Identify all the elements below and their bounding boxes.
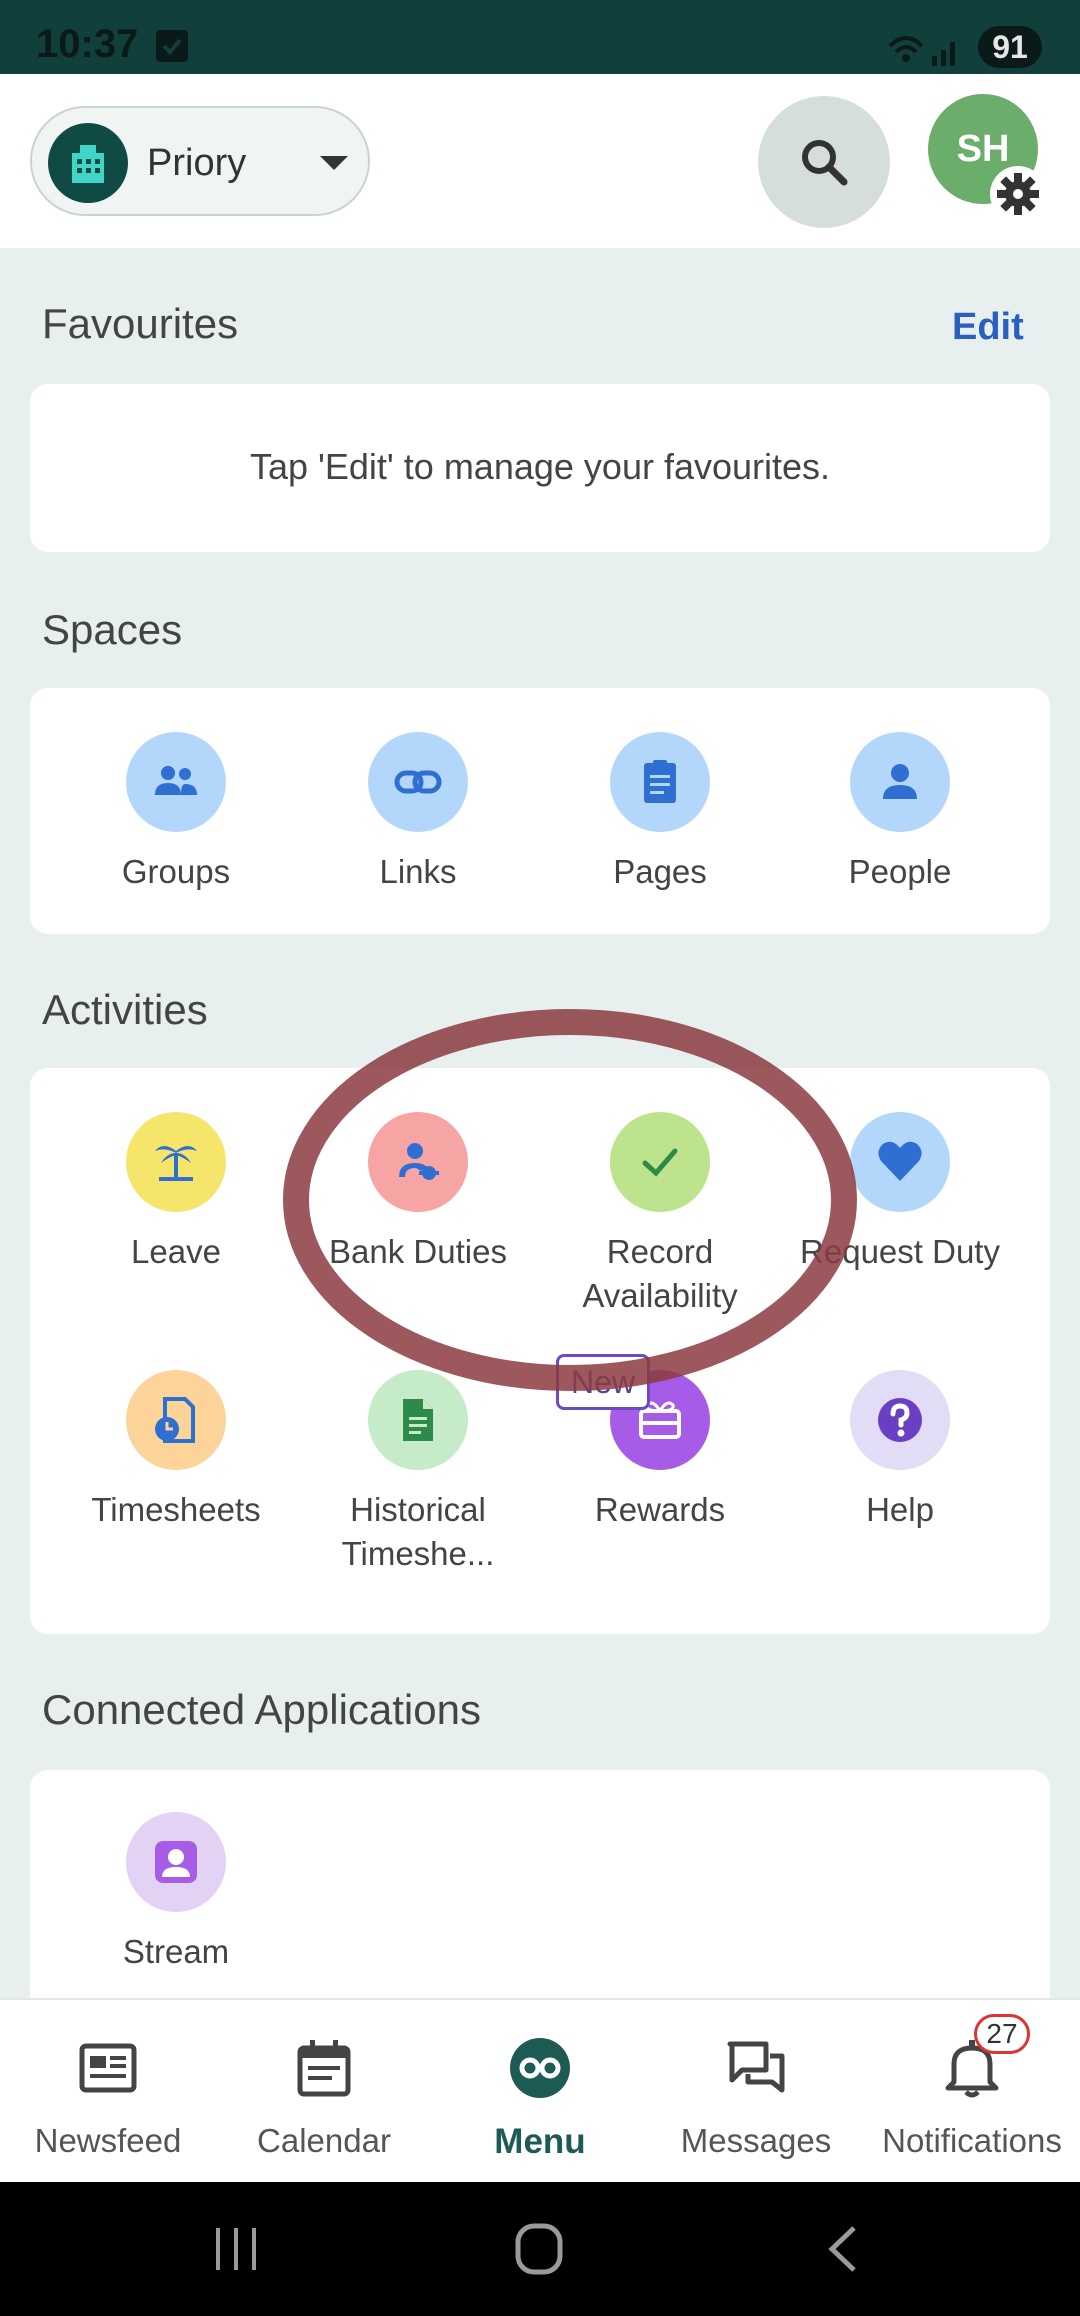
favourites-empty-message: Tap 'Edit' to manage your favourites. — [249, 446, 831, 487]
activity-help[interactable]: Help — [780, 1370, 1020, 1532]
building-icon — [48, 123, 128, 203]
app-stream[interactable]: Stream — [56, 1812, 296, 1974]
messages-icon — [727, 2041, 785, 2093]
highlight-annotation — [283, 1009, 857, 1391]
space-label: Pages — [613, 853, 707, 890]
home-icon[interactable] — [514, 2222, 564, 2276]
activity-label: Help — [866, 1491, 934, 1528]
favourites-card: Tap 'Edit' to manage your favourites. — [30, 384, 1050, 552]
activity-historical-timesheets[interactable]: Historical Timeshe... — [298, 1370, 538, 1576]
nav-menu[interactable]: Menu — [432, 2000, 648, 2184]
space-label: Links — [379, 853, 457, 890]
timesheet-icon — [126, 1370, 226, 1470]
space-links[interactable]: Links — [298, 732, 538, 894]
activity-label: Historical Timeshe... — [341, 1491, 495, 1572]
nav-newsfeed[interactable]: Newsfeed — [0, 2000, 216, 2184]
edit-favourites-button[interactable]: Edit — [952, 306, 1024, 349]
notification-count-badge: 27 — [974, 2014, 1030, 2054]
signal-icon — [886, 28, 966, 73]
chevron-down-icon — [320, 156, 348, 170]
nav-label: Newsfeed — [34, 2122, 182, 2159]
spaces-title: Spaces — [42, 606, 183, 653]
nav-label: Messages — [680, 2122, 832, 2159]
organisation-selector[interactable]: Priory — [30, 106, 370, 216]
task-check-icon — [156, 30, 188, 62]
person-icon — [850, 732, 950, 832]
back-icon[interactable] — [824, 2224, 864, 2274]
space-label: Groups — [121, 853, 231, 890]
space-label: People — [848, 853, 952, 890]
space-groups[interactable]: Groups — [56, 732, 296, 894]
groups-icon — [126, 732, 226, 832]
activity-label: Leave — [131, 1233, 221, 1270]
activity-leave[interactable]: Leave — [56, 1112, 296, 1274]
calendar-icon — [297, 2040, 351, 2097]
connected-apps-title: Connected Applications — [42, 1686, 481, 1733]
stream-icon — [126, 1812, 226, 1912]
palm-tree-icon — [126, 1112, 226, 1212]
activity-timesheets[interactable]: Timesheets — [56, 1370, 296, 1532]
nav-notifications[interactable]: Notifications — [864, 2000, 1080, 2184]
pages-icon — [610, 732, 710, 832]
search-icon — [802, 140, 848, 186]
favourites-title: Favourites — [42, 300, 239, 347]
app-label: Stream — [122, 1933, 230, 1970]
system-navigation-bar — [0, 2182, 1080, 2316]
space-people[interactable]: People — [780, 732, 1020, 894]
gear-icon[interactable] — [990, 166, 1046, 222]
activity-label: Rewards — [594, 1491, 726, 1528]
bottom-navigation: Newsfeed Calendar Menu Messages Notifica… — [0, 1998, 1080, 2182]
link-icon — [368, 732, 468, 832]
space-pages[interactable]: Pages — [540, 732, 780, 894]
activity-label: Timesheets — [91, 1491, 261, 1528]
search-button[interactable] — [758, 96, 890, 228]
menu-icon — [510, 2038, 570, 2098]
status-bar: 10:37 91 — [0, 0, 1080, 74]
nav-label: Calendar — [257, 2122, 391, 2159]
organisation-name: Priory — [147, 142, 247, 184]
battery-indicator: 91 — [978, 26, 1042, 68]
top-bar: Priory SH — [0, 74, 1080, 248]
status-time: 10:37 — [36, 22, 139, 66]
newsfeed-icon — [79, 2043, 137, 2093]
nav-messages[interactable]: Messages — [648, 2000, 864, 2184]
nav-label: Notifications — [882, 2122, 1062, 2159]
recent-apps-icon[interactable] — [212, 2226, 262, 2272]
activities-title: Activities — [42, 986, 208, 1033]
nav-calendar[interactable]: Calendar — [216, 2000, 432, 2184]
nav-label: Menu — [494, 2122, 586, 2161]
